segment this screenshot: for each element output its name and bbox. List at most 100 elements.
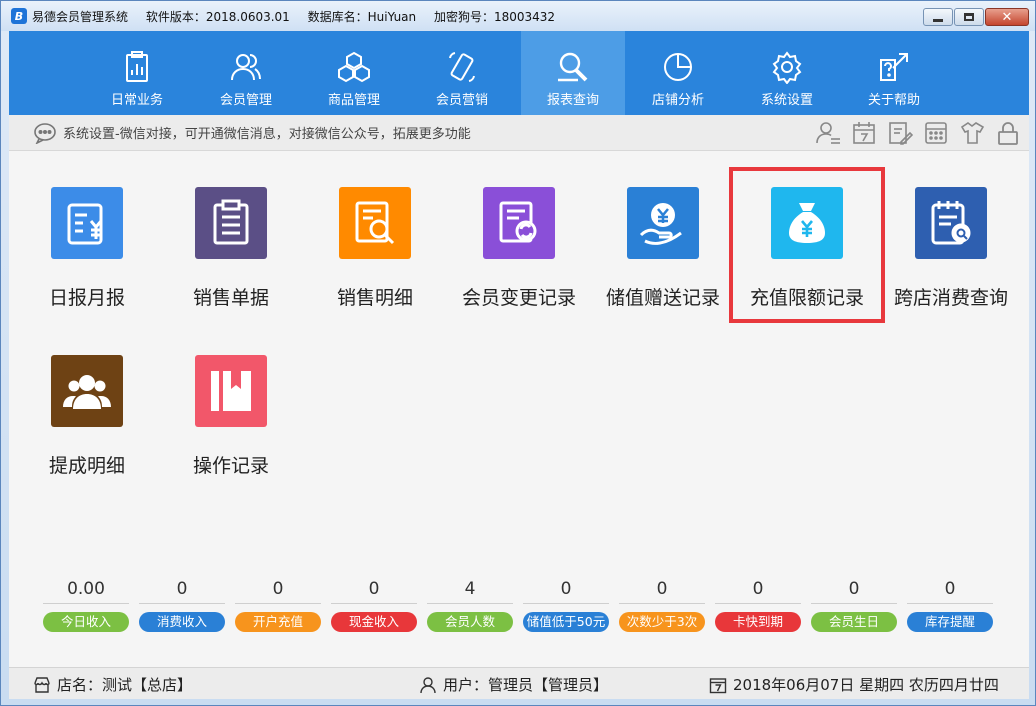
stat-value: 0: [523, 574, 609, 604]
nav-label: 关于帮助: [867, 93, 920, 108]
nav-label: 店铺分析: [651, 93, 704, 108]
database-name: 数据库名：HuiYuan: [307, 9, 417, 24]
stat-account-recharge[interactable]: 0 开户充值: [235, 574, 321, 632]
tile-daily-monthly-report[interactable]: 日报月报: [21, 187, 161, 337]
stat-low-balance[interactable]: 0 储值低于50元: [523, 574, 609, 632]
help-icon: [880, 53, 908, 81]
nav-item-member-marketing[interactable]: 会员营销: [410, 31, 514, 115]
nav-label: 日常业务: [110, 93, 163, 108]
stat-value: 0: [907, 574, 993, 604]
stat-value: 0.00: [43, 574, 129, 604]
stat-cash-income[interactable]: 0 现金收入: [331, 574, 417, 632]
stat-value: 0: [331, 574, 417, 604]
tile-stored-value-gift-records[interactable]: 储值赠送记录: [597, 187, 737, 337]
tile-icon-box: [51, 187, 123, 259]
calendar-icon: [709, 677, 727, 693]
tile-label: 储值赠送记录: [605, 287, 720, 309]
nav-item-system-settings[interactable]: 系统设置: [735, 31, 839, 115]
tile-icon-box: [627, 187, 699, 259]
stat-value: 0: [235, 574, 321, 604]
document-refresh-icon: [499, 201, 537, 243]
user-icon: [420, 676, 436, 693]
app-window: B 易德会员管理系统 软件版本：2018.0603.01 数据库名：HuiYua…: [0, 0, 1036, 706]
tile-label: 提成明细: [48, 455, 125, 477]
notice-text[interactable]: 系统设置-微信对接，可开通微信消息，对接微信公众号，拓展更多功能: [63, 123, 471, 142]
stat-value: 0: [619, 574, 705, 604]
store-name: 店名：测试【总店】: [57, 676, 193, 694]
tile-icon-box: [915, 187, 987, 259]
calendar-icon[interactable]: [851, 120, 877, 146]
tile-icon-box: [483, 187, 555, 259]
software-version: 软件版本：2018.0603.01: [145, 9, 290, 24]
lock-icon[interactable]: [995, 120, 1021, 146]
stat-member-count[interactable]: 4 会员人数: [427, 574, 513, 632]
stat-consumption-income[interactable]: 0 消费收入: [139, 574, 225, 632]
close-button[interactable]: ✕: [985, 8, 1029, 26]
current-date: 2018年06月07日 星期四 农历四月廿四: [733, 676, 999, 694]
users-icon: [231, 54, 261, 81]
stat-card-expiring[interactable]: 0 卡快到期: [715, 574, 801, 632]
nav-item-member-management[interactable]: 会员管理: [194, 31, 298, 115]
maximize-icon: [964, 13, 974, 21]
book-bookmark-icon: [211, 371, 251, 411]
stat-badge: 次数少于3次: [619, 612, 705, 632]
stat-value: 4: [427, 574, 513, 604]
selection-highlight: [729, 167, 885, 323]
hand-coin-icon: [639, 203, 682, 245]
tile-sales-receipts[interactable]: 销售单据: [165, 187, 305, 337]
clipboard-icon: [213, 199, 249, 245]
minimize-button[interactable]: [923, 8, 953, 26]
tile-commission-details[interactable]: 提成明细: [21, 355, 161, 505]
document-search-icon: [355, 201, 395, 245]
nav-label: 系统设置: [760, 93, 813, 108]
dongle-number: 加密狗号：18003432: [433, 9, 556, 24]
stat-value: 0: [139, 574, 225, 604]
gear-icon: [772, 51, 802, 84]
window-title: 易德会员管理系统 软件版本：2018.0603.01 数据库名：HuiYuan …: [32, 8, 569, 25]
nav-label: 会员管理: [219, 93, 272, 108]
stat-badge: 消费收入: [139, 612, 225, 632]
title-bar: B 易德会员管理系统 软件版本：2018.0603.01 数据库名：HuiYua…: [1, 1, 1035, 31]
tile-label: 日报月报: [48, 287, 125, 309]
phone-icon: [449, 52, 475, 82]
tile-icon-box: [339, 187, 411, 259]
nav-item-report-query[interactable]: 报表查询: [521, 31, 625, 115]
yuan-document-icon: [67, 203, 103, 245]
stat-badge: 现金收入: [331, 612, 417, 632]
tile-sales-details[interactable]: 销售明细: [309, 187, 449, 337]
nav-label: 会员营销: [435, 93, 488, 108]
chat-bubble-icon: [34, 122, 56, 144]
nav-item-store-analysis[interactable]: 店铺分析: [626, 31, 730, 115]
user-switch-icon[interactable]: [815, 120, 841, 146]
maximize-button[interactable]: [954, 8, 984, 26]
close-icon: ✕: [1001, 9, 1013, 25]
clipboard-chart-icon: [126, 51, 148, 82]
app-logo-icon: B: [11, 8, 27, 24]
stat-value: 0: [715, 574, 801, 604]
status-date: 2018年06月07日 星期四 农历四月廿四: [709, 674, 999, 695]
tile-operation-records[interactable]: 操作记录: [165, 355, 305, 505]
stat-member-birthday[interactable]: 0 会员生日: [811, 574, 897, 632]
client-area: 日常业务 会员管理 商品管理 会员营销 报表查询 店铺分析 系统设置 关于帮助 …: [9, 31, 1029, 699]
user-name: 用户：管理员【管理员】: [443, 676, 609, 694]
shirt-icon[interactable]: [959, 120, 985, 146]
tile-label: 销售明细: [336, 287, 413, 309]
stat-low-count[interactable]: 0 次数少于3次: [619, 574, 705, 632]
stat-badge: 会员人数: [427, 612, 513, 632]
window-controls: ✕: [923, 8, 1029, 26]
nav-item-daily-business[interactable]: 日常业务: [85, 31, 189, 115]
tile-label: 销售单据: [192, 287, 269, 309]
edit-note-icon[interactable]: [887, 120, 913, 146]
stat-badge: 会员生日: [811, 612, 897, 632]
notebook-search-icon: [931, 201, 971, 245]
tile-member-change-records[interactable]: 会员变更记录: [453, 187, 593, 337]
nav-item-about-help[interactable]: 关于帮助: [842, 31, 946, 115]
nav-label: 报表查询: [546, 93, 599, 108]
boxes-icon: [338, 51, 370, 83]
stat-badge: 库存提醒: [907, 612, 993, 632]
nav-item-product-management[interactable]: 商品管理: [302, 31, 406, 115]
calculator-icon[interactable]: [923, 120, 949, 146]
tile-cross-store-consumption-query[interactable]: 跨店消费查询: [885, 187, 1025, 337]
stat-today-income[interactable]: 0.00 今日收入: [43, 574, 129, 632]
stat-stock-reminder[interactable]: 0 库存提醒: [907, 574, 993, 632]
